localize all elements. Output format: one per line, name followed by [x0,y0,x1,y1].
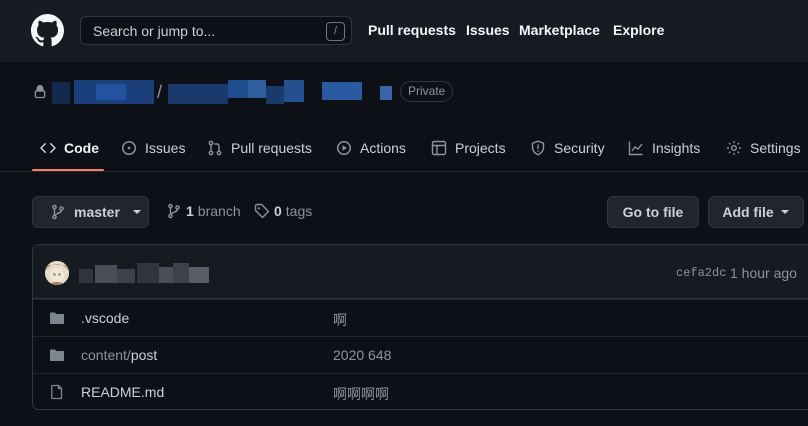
tab-actions-label: Actions [360,140,406,156]
tab-settings-label: Settings [750,140,801,156]
tabs-divider [0,171,808,172]
file-row[interactable]: README.md 啊啊啊啊 [33,373,808,409]
file-name-link[interactable]: README.md [81,384,164,400]
tag-count-label: tags [285,203,313,219]
tab-actions[interactable]: Actions [336,136,406,160]
commit-time: 1 hour ago [730,265,797,281]
play-icon [337,141,351,155]
tab-security-label: Security [554,140,605,156]
folder-icon [50,312,64,324]
tab-code-label: Code [64,140,99,156]
branch-count: 1 [186,203,194,219]
caret-down-icon [132,210,141,214]
nav-marketplace[interactable]: Marketplace [519,22,600,38]
visibility-badge: Private [400,81,454,102]
add-file-button[interactable]: Add file [708,196,804,228]
file-list: cefa2dc 1 hour ago .vscode 啊 content/pos… [32,244,808,410]
file-commit-message[interactable]: 啊 [333,310,347,330]
latest-commit-bar: cefa2dc 1 hour ago [33,245,808,299]
repo-path-separator: / [157,82,163,102]
tab-pull-requests[interactable]: Pull requests [207,136,312,160]
go-to-file-label: Go to file [622,204,684,220]
tab-pull-requests-label: Pull requests [231,140,312,156]
avatar[interactable] [45,261,69,285]
tab-code[interactable]: Code [40,136,99,160]
file-row[interactable]: .vscode 啊 [33,299,808,336]
shield-icon [531,140,545,156]
search-shortcut-key: / [326,22,345,41]
global-header: Search or jump to... / Pull requests Iss… [0,0,808,62]
lock-icon [34,85,46,99]
tab-settings[interactable]: Settings [726,136,801,160]
tab-projects-label: Projects [455,140,506,156]
issue-icon [122,141,136,155]
tab-insights[interactable]: Insights [628,136,700,160]
project-icon [431,140,447,156]
go-to-file-button[interactable]: Go to file [607,196,699,228]
file-path-name: post [130,347,158,363]
branch-name: master [74,204,120,220]
tab-projects[interactable]: Projects [431,136,506,160]
tags-link[interactable]: 0 tags [254,203,312,219]
branch-icon [52,204,64,220]
tab-issues-label: Issues [145,140,186,156]
tag-icon [254,203,270,219]
search-placeholder: Search or jump to... [93,23,216,39]
folder-icon [50,349,64,361]
nav-explore[interactable]: Explore [613,22,664,38]
tab-issues[interactable]: Issues [121,136,185,160]
commit-sha-link[interactable]: cefa2dc [676,266,726,280]
branches-link[interactable]: 1 branch [166,203,241,219]
file-commit-message[interactable]: 啊啊啊啊 [333,384,389,404]
tab-insights-label: Insights [652,140,701,156]
tab-security[interactable]: Security [530,136,605,160]
file-name-link[interactable]: .vscode [81,310,129,326]
file-commit-message[interactable]: 2020 648 [333,347,391,363]
file-icon [51,384,63,400]
github-logo-icon[interactable] [31,14,64,47]
nav-issues[interactable]: Issues [466,22,510,38]
file-name-link[interactable]: content/post [81,347,157,363]
file-path-prefix: content/ [81,347,131,363]
tag-count: 0 [274,203,282,219]
pull-request-icon [208,140,222,156]
code-icon [40,142,56,154]
gear-icon [727,141,741,155]
caret-down-icon [780,210,789,214]
add-file-label: Add file [722,204,774,220]
branch-select-button[interactable]: master [32,196,149,228]
branch-icon [168,203,180,219]
branch-count-label: branch [197,203,241,219]
nav-pull-requests[interactable]: Pull requests [368,22,456,38]
graph-icon [628,141,643,156]
search-input[interactable]: Search or jump to... / [80,16,352,45]
file-row[interactable]: content/post 2020 648 [33,336,808,373]
